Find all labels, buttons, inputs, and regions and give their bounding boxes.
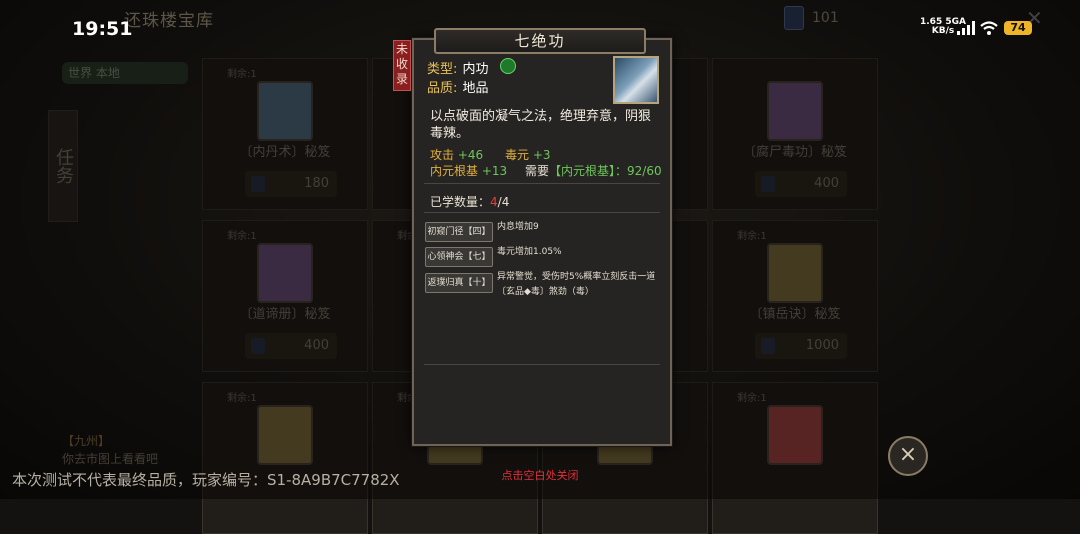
type-gem-icon: [500, 58, 516, 74]
root-label: 内元根基: [430, 164, 479, 178]
stat-row-1: 攻击 +46 毒元 +3: [430, 146, 551, 163]
skill-title: 七绝功: [514, 32, 566, 50]
quality-row: 品质: 地品: [427, 77, 489, 96]
attack-label: 攻击: [430, 148, 455, 162]
learned-label: 已学数量：: [430, 195, 491, 209]
signal-icon: [957, 21, 975, 35]
stat-row-2: 内元根基 +13 需要【内元根基】：92/60: [430, 162, 662, 179]
skill-description: 以点破面的凝气之法，绝理弃意，阴狠毒辣。: [430, 109, 652, 141]
need-prefix: 需要: [525, 164, 550, 178]
type-label: 类型:: [427, 62, 458, 77]
close-hint[interactable]: 点击空白处关闭: [480, 467, 600, 483]
learned-total: /4: [497, 195, 510, 209]
divider: [424, 364, 660, 365]
need-attr: 【内元根基】: [549, 164, 616, 178]
skill-stage-3-button[interactable]: 返璞归真【十】: [425, 273, 493, 293]
root-value: +13: [481, 164, 508, 178]
learned-current: 4: [490, 195, 498, 209]
close-icon[interactable]: ×: [888, 436, 928, 476]
poison-label: 毒元: [505, 148, 530, 162]
wifi-icon: [980, 21, 998, 35]
clock: 19:51: [72, 18, 133, 40]
attack-value: +46: [457, 148, 484, 162]
divider: [424, 183, 660, 184]
quality-label: 品质:: [427, 81, 458, 96]
poison-value: +3: [532, 148, 551, 162]
type-value: 内功: [462, 62, 489, 77]
skill-stage-3-effect: 异常警觉，受伤时5%概率立刻反击一道〔玄品◆毒〕煞劲（毒）: [497, 272, 656, 297]
uncollected-tag: 未收录: [393, 40, 411, 91]
skill-stage-1-effect: 内息增加9: [497, 222, 539, 232]
test-disclaimer: 本次测试不代表最终品质，玩家编号：S1-8A9B7C7782X: [12, 471, 400, 489]
skill-stage-2-button[interactable]: 心领神会【七】: [425, 247, 493, 267]
learned-count: 已学数量：4/4: [430, 193, 509, 210]
type-row: 类型: 内功: [427, 58, 489, 77]
skill-stage-1-button[interactable]: 初窥门径【四】: [425, 222, 493, 242]
scroll-book-icon: [613, 56, 659, 104]
quality-value: 地品: [462, 81, 489, 96]
divider: [424, 212, 660, 213]
need-value: ：92/60: [615, 164, 662, 178]
battery-indicator: 74: [1004, 21, 1032, 35]
skill-stage-2-effect: 毒元增加1.05%: [497, 247, 562, 257]
